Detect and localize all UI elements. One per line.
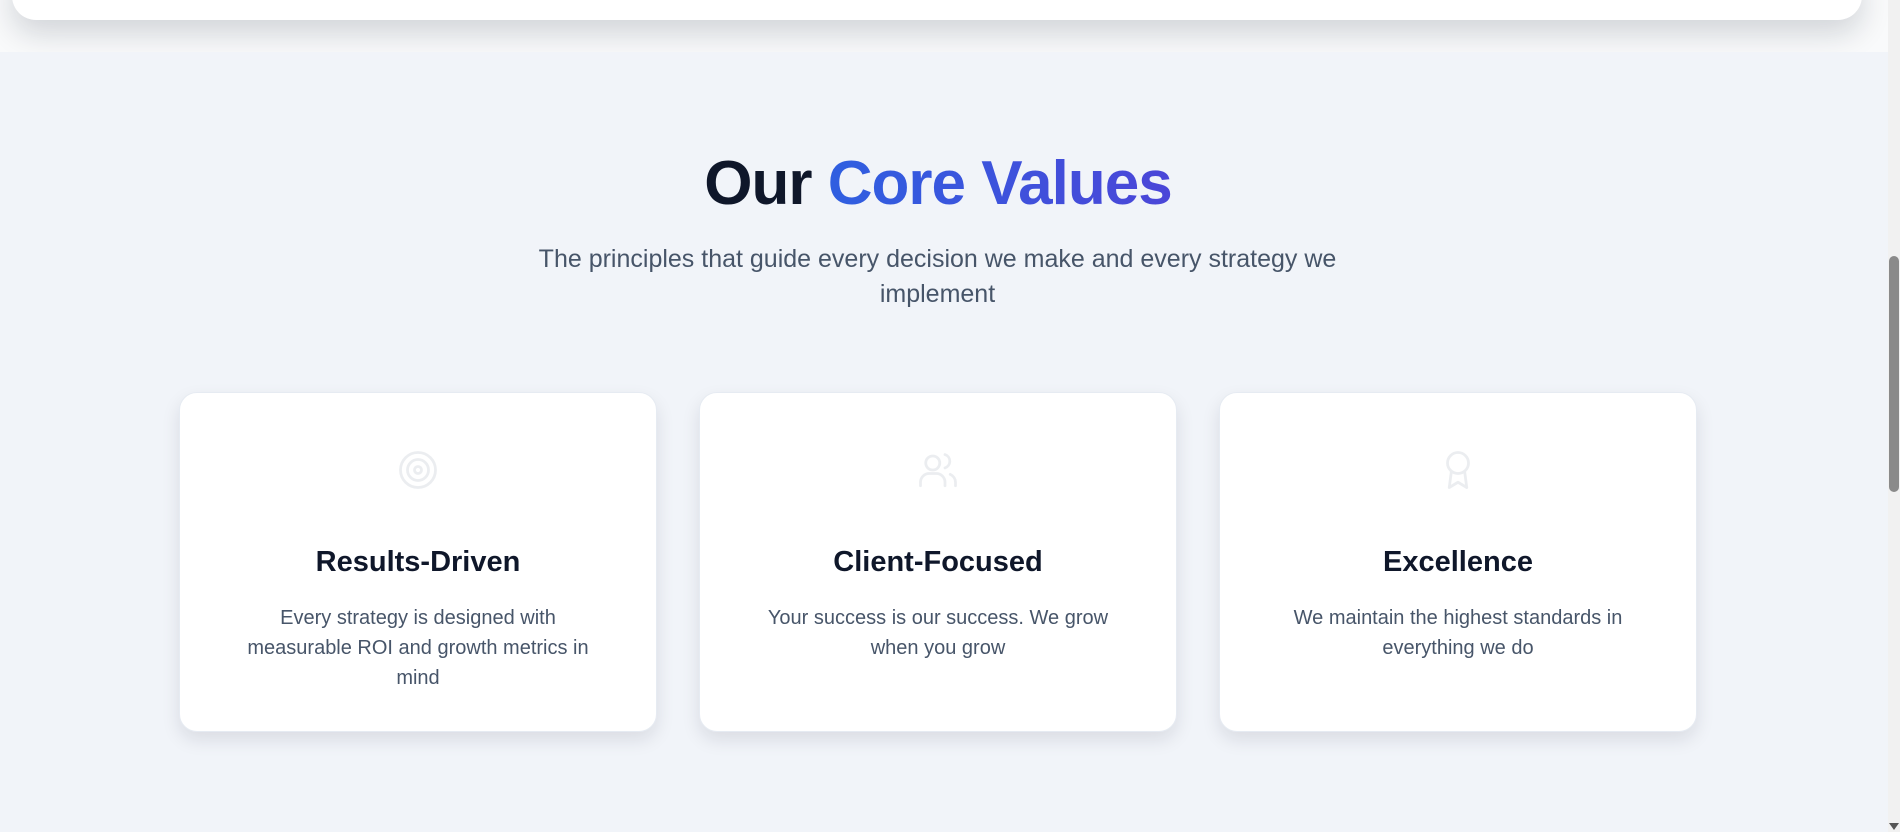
award-icon bbox=[1437, 449, 1479, 491]
core-values-section: Our Core Values The principles that guid… bbox=[0, 52, 1888, 832]
previous-section-bottom bbox=[0, 0, 1888, 52]
users-icon bbox=[917, 449, 959, 491]
value-card-title: Results-Driven bbox=[315, 546, 521, 578]
value-card-excellence: Excellence We maintain the highest stand… bbox=[1219, 392, 1697, 732]
value-card-client-focused: Client-Focused Your success is our succe… bbox=[699, 392, 1177, 732]
section-title: Our Core Values bbox=[0, 148, 1876, 220]
value-card-results-driven: Results-Driven Every strategy is designe… bbox=[179, 392, 657, 732]
value-card-description: Every strategy is designed with measurab… bbox=[247, 607, 589, 689]
section-title-accent: Core Values bbox=[827, 149, 1173, 218]
section-subtitle: The principles that guide every decision… bbox=[538, 245, 1337, 308]
target-icon bbox=[397, 449, 439, 491]
values-card-grid: Results-Driven Every strategy is designe… bbox=[179, 392, 1697, 732]
value-card-description: We maintain the highest standards in eve… bbox=[1293, 607, 1623, 659]
section-title-main: Our bbox=[704, 149, 828, 218]
value-card-title: Excellence bbox=[1383, 546, 1533, 578]
previous-section-card bbox=[12, 0, 1862, 20]
scrollbar-thumb[interactable] bbox=[1889, 256, 1899, 492]
scroll-down-arrow-icon[interactable] bbox=[1889, 823, 1899, 830]
value-card-description: Your success is our success. We grow whe… bbox=[767, 607, 1109, 659]
page-scrollbar[interactable] bbox=[1888, 0, 1900, 832]
value-card-title: Client-Focused bbox=[833, 546, 1043, 578]
